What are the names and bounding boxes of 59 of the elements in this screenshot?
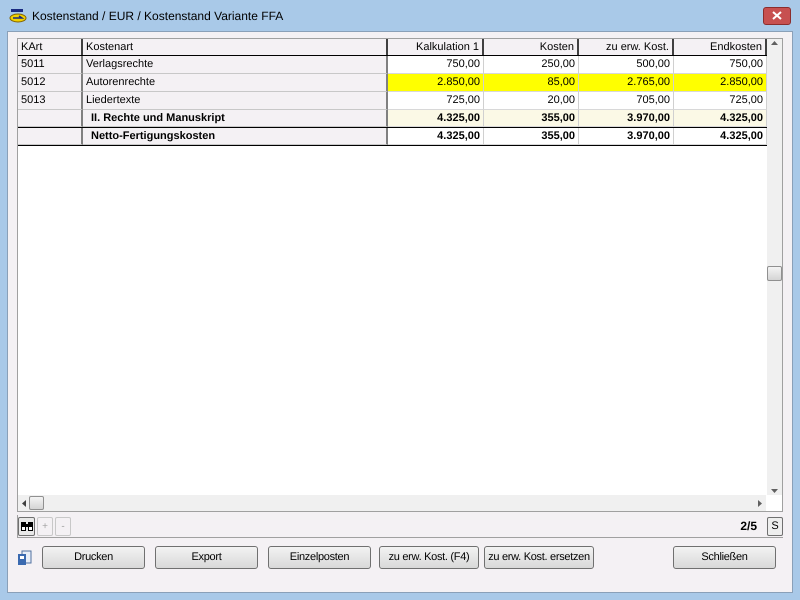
table-cell: Liedertexte [83, 92, 388, 110]
horizontal-scrollbar[interactable] [18, 495, 766, 511]
table-cell: 5013 [18, 92, 83, 110]
column-header[interactable]: Kostenart [83, 39, 388, 55]
scroll-left-icon [22, 500, 26, 506]
table-cell: 2.850,00 [388, 74, 484, 92]
table-cell: 4.325,00 [388, 110, 484, 127]
table-cell: 500,00 [579, 56, 674, 74]
vertical-scrollbar[interactable] [767, 39, 782, 495]
table-cell: 250,00 [484, 56, 579, 74]
table-cell: 355,00 [484, 110, 579, 127]
table-cell: 4.325,00 [388, 128, 484, 145]
table-cell: Autorenrechte [83, 74, 388, 92]
table-cell: 750,00 [388, 56, 484, 74]
table-cell: 4.325,00 [674, 128, 767, 145]
table-cell: 2.850,00 [674, 74, 767, 92]
table-cell: 5011 [18, 56, 83, 74]
column-header[interactable]: KArt [18, 39, 83, 55]
table-cell: 705,00 [579, 92, 674, 110]
action-button[interactable]: Einzelposten [268, 546, 371, 569]
table-cell: 3.970,00 [579, 110, 674, 127]
table-cell: 4.325,00 [674, 110, 767, 127]
table-cell: 750,00 [674, 56, 767, 74]
table-cell: 5012 [18, 74, 83, 92]
table-cell: 2.765,00 [579, 74, 674, 92]
table-cell: 20,00 [484, 92, 579, 110]
column-header[interactable]: Endkosten [674, 39, 767, 55]
table-cell: 725,00 [674, 92, 767, 110]
binoculars-icon [20, 520, 34, 532]
table-cell: 355,00 [484, 128, 579, 145]
window-title: Kostenstand / EUR / Kostenstand Variante FFA [32, 8, 284, 24]
close-button[interactable] [763, 6, 791, 24]
column-header[interactable]: Kosten [484, 39, 579, 55]
action-button[interactable]: zu erw. Kost. (F4) [379, 546, 479, 569]
table-cell [18, 110, 83, 127]
table-cell: Netto-Fertigungskosten [83, 128, 388, 145]
scroll-right-icon [758, 500, 762, 506]
column-header[interactable]: Kalkulation 1 [388, 39, 484, 55]
action-button[interactable]: Export [155, 546, 258, 569]
action-button[interactable]: Drucken [42, 546, 145, 569]
scroll-down-icon [771, 489, 778, 493]
table-cell [18, 128, 83, 145]
table-cell: Verlagsrechte [83, 56, 388, 74]
table-cell: 3.970,00 [579, 128, 674, 145]
search-button[interactable] [18, 516, 35, 536]
close-icon [772, 11, 782, 20]
app-logo-icon [9, 8, 27, 22]
document-icon [17, 550, 32, 566]
page-indicator: 2/5 [740, 518, 757, 535]
column-header[interactable]: zu erw. Kost. [579, 39, 674, 55]
s-button[interactable]: S [767, 516, 783, 536]
close-dialog-button[interactable]: Schließen [673, 546, 776, 569]
table-cell: 725,00 [388, 92, 484, 110]
scroll-thumb[interactable] [767, 266, 782, 281]
table-cell: II. Rechte und Manuskript [83, 110, 388, 127]
scroll-up-icon [771, 41, 778, 45]
table-cell: 85,00 [484, 74, 579, 92]
action-button[interactable]: zu erw. Kost. ersetzen [484, 546, 594, 569]
scroll-thumb[interactable] [29, 496, 44, 510]
